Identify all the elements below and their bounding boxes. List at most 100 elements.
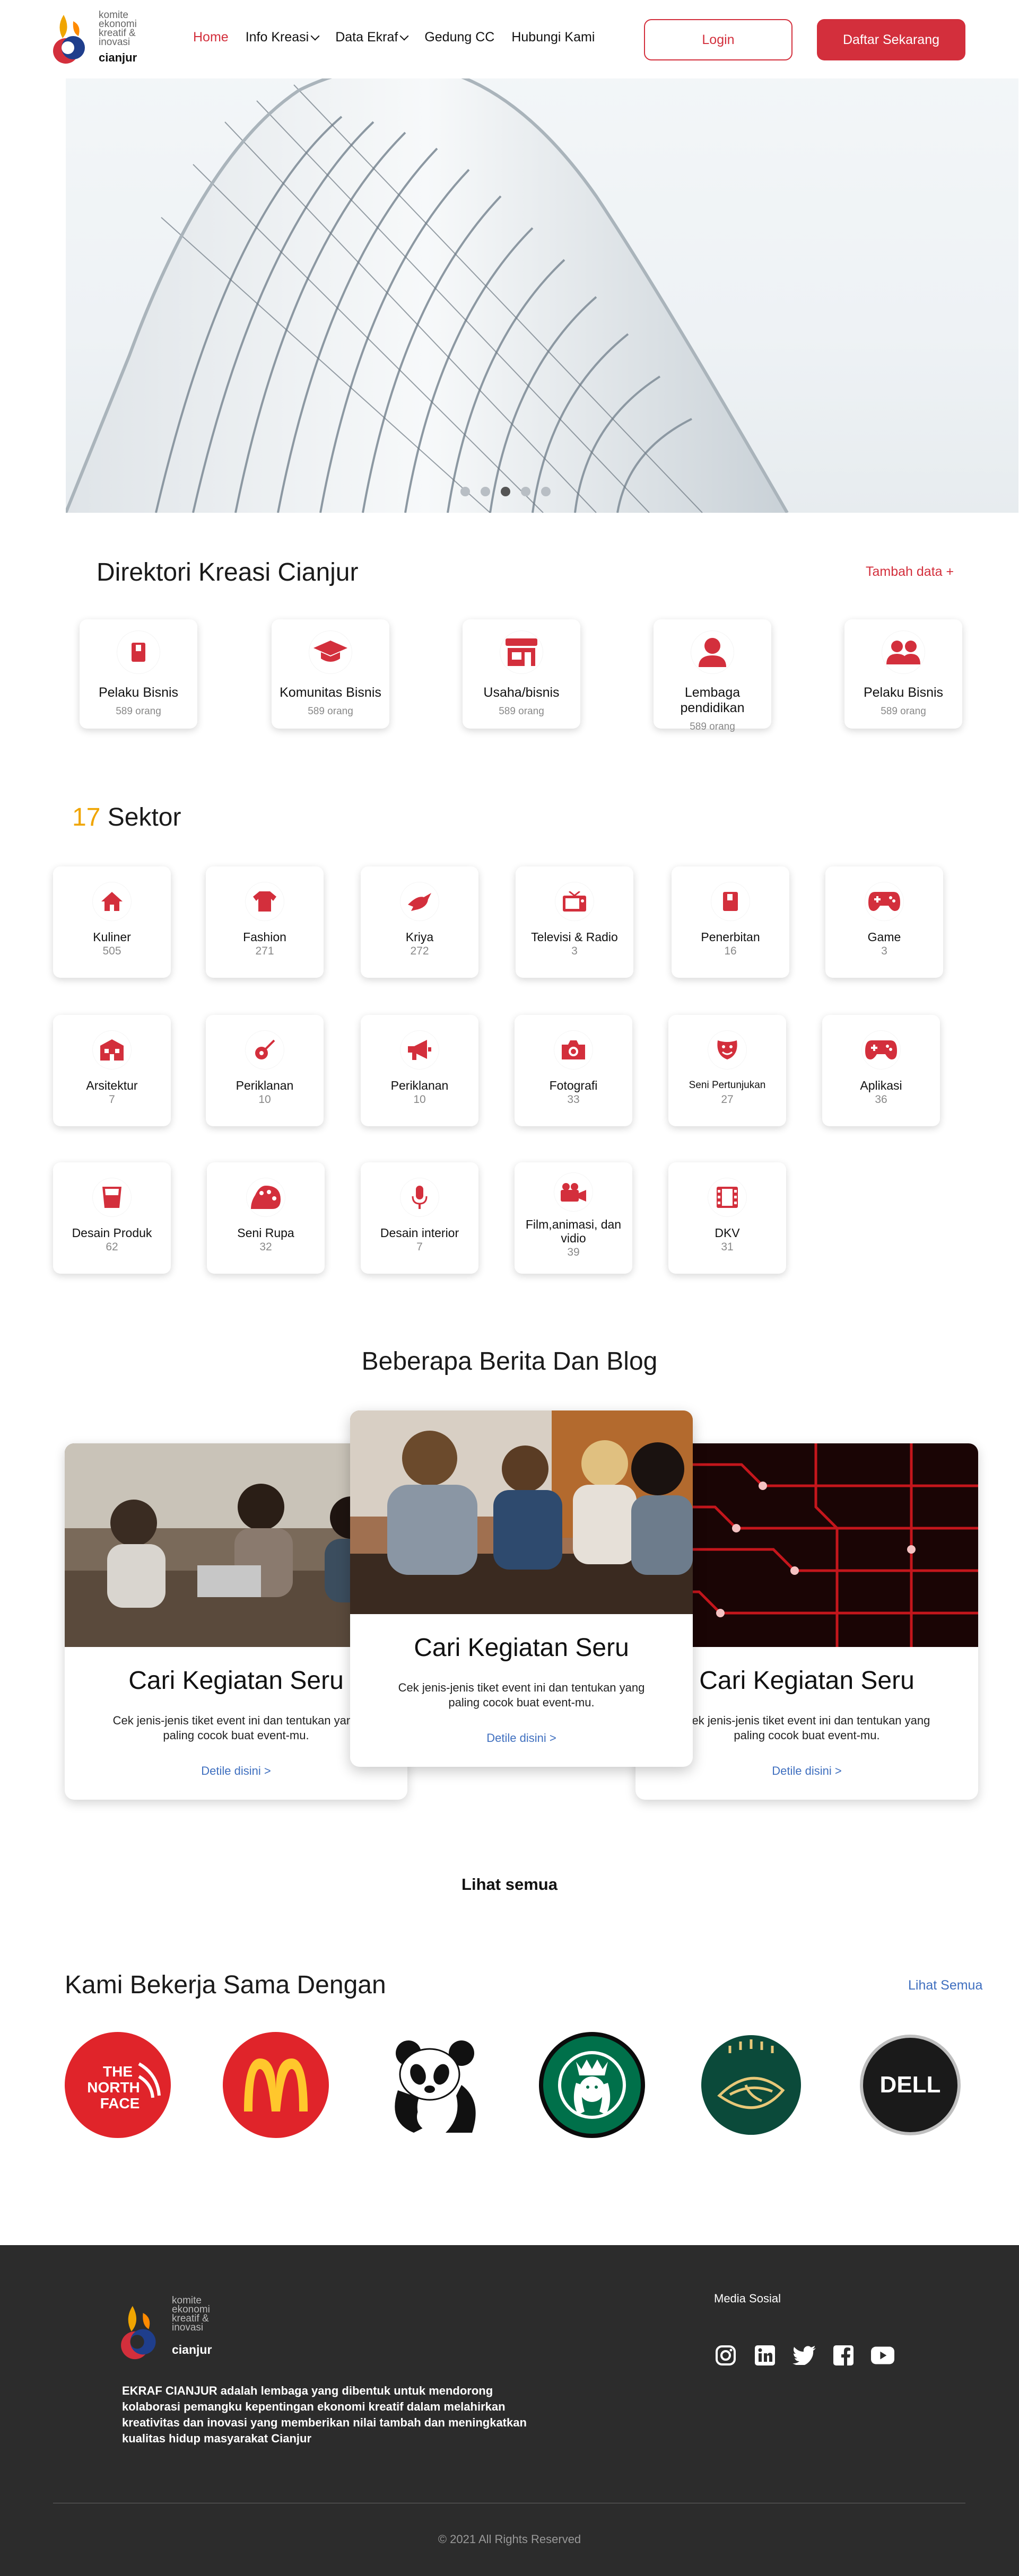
sektor-count: 31: [721, 1241, 734, 1253]
mcdonalds-logo[interactable]: [223, 2032, 329, 2138]
footer-description: EKRAF CIANJUR adalah lembaga yang dibent…: [122, 2384, 527, 2445]
direktori-card-komunitas-bisnis[interactable]: Komunitas Bisnis 589 orang: [272, 619, 389, 729]
sektor-label: Televisi & Radio: [531, 930, 618, 944]
news-detail-link[interactable]: Detile disini >: [350, 1731, 693, 1745]
film-icon: [708, 1178, 746, 1216]
slider-dot[interactable]: [521, 487, 530, 496]
sektor-card-film-animasi-video[interactable]: Film,animasi, dan vidio 39: [515, 1162, 632, 1274]
menu-hubungi-kami[interactable]: Hubungi Kami: [511, 30, 595, 45]
sektor-card-fotografi[interactable]: Fotografi 33: [515, 1015, 632, 1126]
sektor-label: Seni Pertunjukan: [689, 1080, 766, 1091]
starbucks-logo[interactable]: [539, 2032, 645, 2138]
sektor-card-seni-pertunjukan[interactable]: Seni Pertunjukan 27: [668, 1015, 786, 1126]
direktori-label: Pelaku Bisnis: [863, 685, 944, 700]
youtube-icon[interactable]: [871, 2344, 894, 2367]
add-data-link[interactable]: Tambah data +: [866, 564, 954, 580]
facebook-icon[interactable]: [832, 2344, 855, 2367]
news-detail-link[interactable]: Detile disini >: [635, 1764, 978, 1778]
sektor-card-fashion[interactable]: Fashion 271: [206, 866, 324, 978]
the-north-face-logo[interactable]: THE NORTH FACE: [65, 2032, 171, 2138]
slider-dot[interactable]: [481, 487, 490, 496]
person-icon: [691, 631, 734, 673]
instagram-icon[interactable]: [714, 2344, 737, 2367]
sektor-count: 7: [416, 1241, 423, 1253]
logo-text: komite ekonomi kreatif & inovasi: [99, 10, 137, 48]
logo-city: cianjur: [99, 51, 137, 64]
direktori-count: 589 orang: [881, 706, 926, 717]
sektor-card-kriya[interactable]: Kriya 272: [361, 866, 478, 978]
social-media-title: Media Sosial: [714, 2292, 781, 2305]
sektor-card-penerbitan[interactable]: Penerbitan 16: [672, 866, 789, 978]
sektor-count: 10: [413, 1093, 426, 1106]
sektor-label: Kuliner: [93, 930, 131, 944]
direktori-card-lembaga-pendidikan[interactable]: Lembaga pendidikan 589 orang: [654, 619, 771, 732]
sektor-label: DKV: [715, 1226, 740, 1240]
news-card-center[interactable]: Cari Kegiatan Seru Cek jenis-jenis tiket…: [350, 1410, 693, 1767]
main-menu: Home Info Kreasi Data Ekraf Gedung CC Hu…: [193, 30, 595, 45]
sektor-label: Aplikasi: [860, 1079, 902, 1092]
slider-dot[interactable]: [541, 487, 551, 496]
sektor-label: Desain Produk: [72, 1226, 152, 1240]
direktori-count: 589 orang: [116, 706, 161, 717]
social-icons: [714, 2344, 894, 2367]
footer-logo[interactable]: komite ekonomi kreatif & inovasi cianjur: [116, 2294, 222, 2363]
sektor-card-televisi-radio[interactable]: Televisi & Radio 3: [516, 866, 633, 978]
sektor-card-kuliner[interactable]: Kuliner 505: [53, 866, 171, 978]
hero-slider-image: [66, 58, 1018, 513]
sektor-card-game[interactable]: Game 3: [825, 866, 943, 978]
home-icon: [93, 882, 131, 921]
people-icon: [882, 631, 925, 673]
see-all-news-link[interactable]: Lihat semua: [0, 1875, 1019, 1894]
register-button[interactable]: Daftar Sekarang: [817, 19, 965, 60]
slider-dot[interactable]: [460, 487, 470, 496]
footer: komite ekonomi kreatif & inovasi cianjur EK…: [0, 2245, 1019, 2576]
direktori-card-pelaku-bisnis[interactable]: Pelaku Bisnis 589 orang: [80, 619, 197, 729]
sektor-card-arsitektur[interactable]: Arsitektur 7: [53, 1015, 171, 1126]
sektor-label: Fotografi: [549, 1079, 598, 1092]
sektor-card-periklanan-2[interactable]: Periklanan 10: [361, 1015, 478, 1126]
news-text: Cek jenis-jenis tiket event ini dan tent…: [398, 1681, 645, 1709]
sektor-count: 36: [875, 1093, 887, 1106]
ekraf-logo[interactable]: komite ekonomi kreatif & inovasi cianjur: [52, 8, 142, 72]
menu-info-kreasi[interactable]: Info Kreasi: [246, 30, 320, 45]
ekraf-logo-mark-icon: [53, 15, 85, 64]
sektor-card-desain-interior[interactable]: Desain interior 7: [361, 1162, 478, 1274]
building-photo: [66, 65, 789, 513]
wwf-panda-logo[interactable]: [382, 2032, 488, 2138]
gamepad-icon: [865, 882, 903, 921]
sektor-count: 271: [255, 945, 274, 957]
direktori-card-usaha-bisnis[interactable]: Usaha/bisnis 589 orang: [463, 619, 580, 729]
camera-icon: [554, 1031, 593, 1069]
dove-icon: [400, 882, 439, 921]
linkedin-icon[interactable]: [753, 2344, 777, 2367]
menu-gedung-cc[interactable]: Gedung CC: [424, 30, 494, 45]
glass-icon: [93, 1178, 131, 1216]
footer-logo-city: cianjur: [172, 2343, 212, 2356]
sektor-count: 272: [410, 945, 429, 957]
twitter-icon[interactable]: [792, 2344, 816, 2367]
direktori-count: 589 orang: [308, 706, 353, 717]
see-all-partners-link[interactable]: Lihat Semua: [908, 1978, 982, 1993]
sektor-card-desain-produk[interactable]: Desain Produk 62: [53, 1162, 171, 1274]
theater-mask-icon: [708, 1031, 746, 1069]
sektor-card-seni-rupa[interactable]: Seni Rupa 32: [207, 1162, 325, 1274]
direktori-card-pelaku-bisnis-2[interactable]: Pelaku Bisnis 589 orang: [844, 619, 962, 729]
video-camera-icon: [554, 1173, 593, 1211]
leaf-brand-logo[interactable]: [698, 2032, 804, 2138]
tv-icon: [555, 882, 594, 921]
sektor-card-aplikasi[interactable]: Aplikasi 36: [822, 1015, 940, 1126]
sektor-label: Game: [867, 930, 901, 944]
login-button[interactable]: Login: [644, 19, 792, 60]
megaphone-icon: [400, 1031, 439, 1069]
menu-data-ekraf[interactable]: Data Ekraf: [335, 30, 409, 45]
menu-home[interactable]: Home: [193, 30, 229, 45]
sektor-label: Desain interior: [380, 1226, 459, 1240]
chevron-down-icon: [399, 31, 409, 40]
northface-text-line: FACE: [100, 2095, 140, 2111]
dell-logo[interactable]: DELL: [857, 2032, 963, 2138]
news-image: [350, 1410, 693, 1614]
sektor-label: Kriya: [405, 930, 434, 944]
sektor-card-dkv[interactable]: DKV 31: [668, 1162, 786, 1274]
slider-dot-active[interactable]: [501, 487, 510, 496]
sektor-card-periklanan[interactable]: Periklanan 10: [206, 1015, 324, 1126]
